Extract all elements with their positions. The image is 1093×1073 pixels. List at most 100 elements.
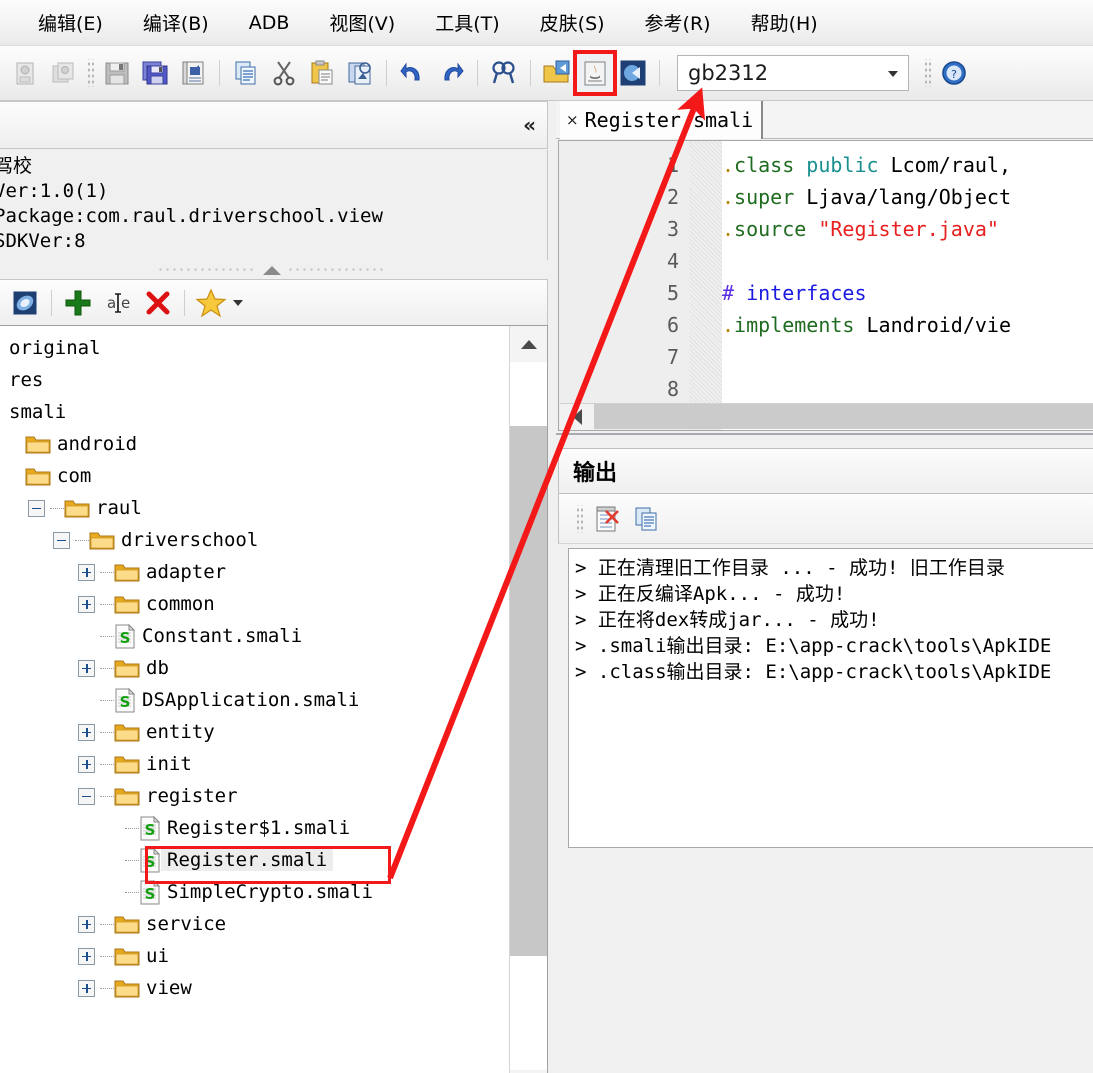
collapse-minus-icon[interactable] xyxy=(53,531,70,549)
output-toolbar-grip[interactable] xyxy=(575,504,583,533)
tree-item-db[interactable]: db xyxy=(0,652,509,684)
menu-compile[interactable]: 编译(B) xyxy=(127,6,225,39)
log-line: > .class输出目录: E:\app-crack\tools\ApkIDE xyxy=(575,661,1052,683)
toolbar-grip[interactable] xyxy=(923,59,931,87)
editor-horizontal-scrollbar[interactable] xyxy=(560,403,1093,430)
collapse-minus-icon[interactable] xyxy=(78,787,95,805)
toolbar-separator xyxy=(386,60,387,86)
expand-plus-icon[interactable] xyxy=(78,755,95,773)
line-number: 5 xyxy=(666,281,679,305)
cut-icon[interactable] xyxy=(265,53,303,93)
expand-plus-icon[interactable] xyxy=(78,947,95,965)
tree-vertical-scrollbar[interactable] xyxy=(509,326,547,1073)
project-tree[interactable]: original res smali android com raul driverscho… xyxy=(0,325,548,1073)
tree-item-entity[interactable]: entity xyxy=(0,716,509,748)
tree-item-raul[interactable]: raul xyxy=(0,492,509,524)
menu-edit[interactable]: 编辑(E) xyxy=(22,6,119,39)
compile-apk-icon[interactable] xyxy=(614,53,652,93)
open-project-icon[interactable] xyxy=(44,53,82,93)
expand-plus-icon[interactable] xyxy=(78,979,95,997)
info-splitter[interactable] xyxy=(0,261,548,279)
tree-item-view[interactable]: view xyxy=(0,972,509,1004)
menu-adb[interactable]: ADB xyxy=(233,9,306,37)
tree-item-register[interactable]: register xyxy=(0,780,509,812)
code-line[interactable]: .source "Register.java" xyxy=(722,217,999,241)
menu-tools[interactable]: 工具(T) xyxy=(419,6,515,39)
expand-plus-icon[interactable] xyxy=(78,563,95,581)
svg-text:S: S xyxy=(120,693,131,711)
code-line[interactable]: .super Ljava/lang/Object xyxy=(722,185,1011,209)
save-as-icon[interactable] xyxy=(174,53,212,93)
tree-item-label: SimpleCrypto.smali xyxy=(167,881,373,903)
help-icon[interactable]: ? xyxy=(935,53,973,93)
editor-output-splitter[interactable] xyxy=(556,433,1093,447)
tree-item-driverschool[interactable]: driverschool xyxy=(0,524,509,556)
open-apk-icon[interactable] xyxy=(6,53,44,93)
menu-skin[interactable]: 皮肤(S) xyxy=(524,6,621,39)
save-all-icon[interactable] xyxy=(136,53,174,93)
collapse-minus-icon[interactable] xyxy=(28,499,45,517)
paste-icon[interactable] xyxy=(303,53,341,93)
expand-plus-icon[interactable] xyxy=(78,595,95,613)
menu-help[interactable]: 帮助(H) xyxy=(735,6,834,39)
tree-item-init[interactable]: init xyxy=(0,748,509,780)
undo-icon[interactable] xyxy=(394,53,432,93)
menu-view[interactable]: 视图(V) xyxy=(313,6,411,39)
close-icon[interactable]: × xyxy=(566,111,579,129)
chevron-down-icon[interactable] xyxy=(888,71,898,77)
refresh-icon[interactable] xyxy=(5,284,45,322)
clear-output-icon[interactable] xyxy=(587,500,627,538)
code-line[interactable]: .implements Landroid/vie xyxy=(722,313,1011,337)
toolbar-grip[interactable] xyxy=(86,59,94,87)
tree-item-label: db xyxy=(146,657,169,679)
tree-item-register-smali[interactable]: S Register.smali xyxy=(0,844,509,876)
code-line[interactable]: .class public Lcom/raul, xyxy=(722,153,1011,177)
output-log[interactable]: > 正在清理旧工作目录 ... - 成功! 旧工作目录 > 正在反编译Apk..… xyxy=(568,548,1093,848)
favorite-dropdown-icon[interactable] xyxy=(233,299,243,306)
add-icon[interactable] xyxy=(58,284,98,322)
decompile-apk-icon[interactable] xyxy=(538,53,576,93)
tree-item-common[interactable]: common xyxy=(0,588,509,620)
svg-text:?: ? xyxy=(951,68,957,81)
rename-icon[interactable]: a e xyxy=(98,284,138,322)
expand-plus-icon[interactable] xyxy=(78,723,95,741)
code-editor[interactable]: 1 .class public Lcom/raul, 2 .super Ljava/l… xyxy=(558,140,1093,431)
copy-output-icon[interactable] xyxy=(627,500,667,538)
copy-icon[interactable] xyxy=(227,53,265,93)
scroll-up-icon[interactable] xyxy=(510,326,547,362)
tree-item-simplecrypto-smali[interactable]: S SimpleCrypto.smali xyxy=(0,876,509,908)
redo-icon[interactable] xyxy=(432,53,470,93)
tree-item-dsapplication-smali[interactable]: S DSApplication.smali xyxy=(0,684,509,716)
tree-connector xyxy=(100,923,114,925)
tree-item-constant-smali[interactable]: S Constant.smali xyxy=(0,620,509,652)
tree-item-register-1-smali[interactable]: S Register$1.smali xyxy=(0,812,509,844)
menu-reference[interactable]: 参考(R) xyxy=(629,6,727,39)
paste-special-icon[interactable] xyxy=(341,53,379,93)
find-icon[interactable] xyxy=(485,53,523,93)
encoding-combo[interactable]: gb2312 xyxy=(677,55,909,91)
tree-item-adapter[interactable]: adapter xyxy=(0,556,509,588)
tree-item-res[interactable]: res xyxy=(0,364,509,396)
output-title: 输出 xyxy=(573,461,618,486)
expand-plus-icon[interactable] xyxy=(78,659,95,677)
code-token: interfaces xyxy=(734,281,867,305)
favorite-icon[interactable] xyxy=(191,284,231,322)
line-number: 1 xyxy=(666,153,679,177)
delete-icon[interactable] xyxy=(138,284,178,322)
tree-item-com[interactable]: com xyxy=(0,460,509,492)
tree-item-android[interactable]: android xyxy=(0,428,509,460)
code-line[interactable]: # interfaces xyxy=(722,281,867,305)
tree-item-original[interactable]: original xyxy=(0,332,509,364)
scroll-left-icon[interactable] xyxy=(560,404,594,430)
collapse-panel-icon[interactable]: « xyxy=(523,113,536,137)
tab-register-smali[interactable]: × Register.smali xyxy=(560,101,764,139)
tree-toolbar: a e xyxy=(0,279,548,326)
tree-item-smali[interactable]: smali xyxy=(0,396,509,428)
tree-item-service[interactable]: service xyxy=(0,908,509,940)
tree-scroll-thumb[interactable] xyxy=(510,426,547,956)
dex-to-jar-icon[interactable] xyxy=(573,50,617,96)
save-icon[interactable] xyxy=(98,53,136,93)
splitter-up-triangle-icon[interactable] xyxy=(263,265,281,275)
expand-plus-icon[interactable] xyxy=(78,915,95,933)
tree-item-ui[interactable]: ui xyxy=(0,940,509,972)
